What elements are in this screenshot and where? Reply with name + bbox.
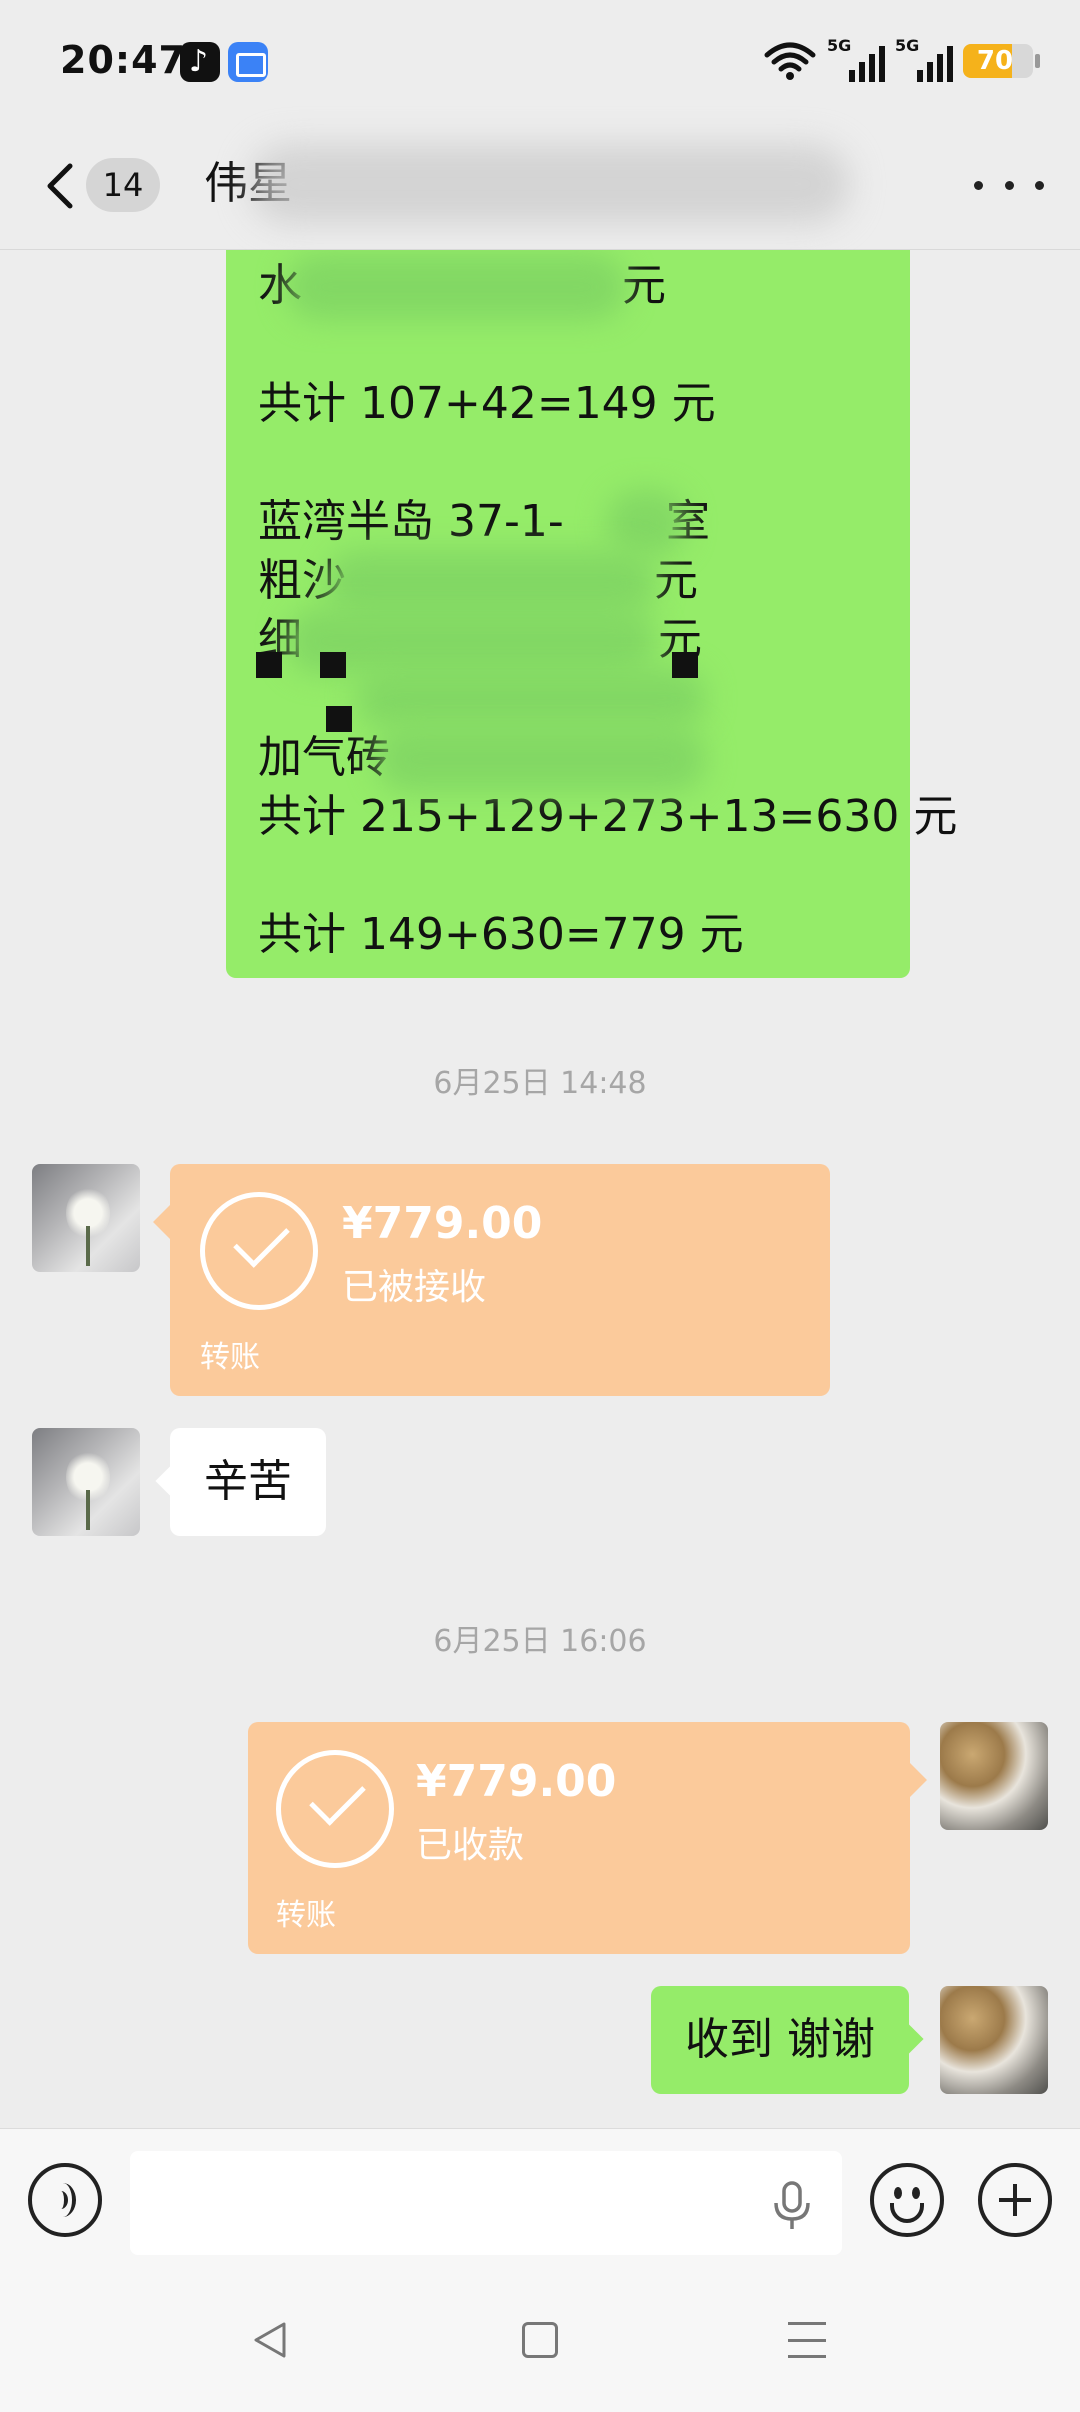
bubble-tail (153, 1205, 187, 1239)
microphone-icon[interactable] (770, 2181, 814, 2231)
transfer-status: 已被接收 (342, 1267, 487, 1308)
files-icon (228, 42, 268, 82)
my-avatar[interactable] (940, 1722, 1048, 1830)
message-text: 辛苦 (204, 1456, 292, 1507)
message-input[interactable] (130, 2151, 842, 2255)
nav-home-icon[interactable] (522, 2322, 558, 2358)
invoice-message-bubble[interactable]: 水 元 共计 107+42=149 元 蓝湾半岛 37-1- 室 粗沙 元 细 … (226, 250, 957, 978)
redaction-mark (672, 652, 698, 678)
incoming-text-bubble[interactable]: 辛苦 (155, 1428, 326, 1536)
timestamp: 6月25日 14:48 (433, 1066, 647, 1101)
signal-label-sim2: 5G (895, 36, 920, 55)
wifi-icon (764, 42, 816, 80)
tiktok-icon (180, 42, 220, 82)
transfer-amount: ¥779.00 (416, 1756, 617, 1807)
invoice-line: 元 (654, 555, 698, 606)
check-circle-icon (276, 1750, 394, 1868)
transfer-amount: ¥779.00 (342, 1198, 543, 1249)
message-text: 收到 谢谢 (685, 2014, 875, 2065)
redaction-blur (286, 254, 626, 320)
battery-level: 70 (976, 46, 1014, 76)
redaction-blur (356, 668, 706, 728)
redaction-mark (326, 706, 352, 732)
battery-icon: 70 (963, 44, 1033, 78)
bubble-tail (892, 2023, 924, 2055)
transfer-card-collected[interactable]: ¥779.00 已收款 转账 (248, 1722, 927, 1954)
outgoing-text-bubble[interactable]: 收到 谢谢 (651, 1986, 924, 2094)
system-nav-bar (0, 2272, 1080, 2412)
redaction-mark (256, 652, 282, 678)
emoji-icon[interactable] (870, 2163, 944, 2237)
my-avatar[interactable] (940, 1986, 1048, 2094)
back-arrow-icon[interactable] (36, 156, 86, 216)
signal-icon-sim1: 5G (827, 36, 885, 82)
input-bar (0, 2128, 1080, 2272)
nav-menu-icon[interactable] (788, 2322, 826, 2358)
battery-tip (1035, 54, 1040, 68)
more-options-icon[interactable] (974, 170, 1044, 200)
timestamp: 6月25日 16:06 (433, 1624, 647, 1659)
chat-screen: 20:47 5G 5G 70 (0, 0, 1080, 2412)
contact-avatar[interactable] (32, 1428, 140, 1536)
nav-back-icon[interactable] (248, 2318, 292, 2362)
check-circle-icon (200, 1192, 318, 1310)
contact-avatar[interactable] (32, 1164, 140, 1272)
invoice-line: 共计 215+129+273+13=630 元 (258, 791, 958, 842)
redaction-mark (320, 652, 346, 678)
invoice-line: 蓝湾半岛 37-1- (258, 496, 564, 547)
unread-count-badge[interactable]: 14 (86, 158, 160, 212)
voice-toggle-icon[interactable] (28, 2163, 102, 2237)
redaction-blur (376, 726, 706, 792)
bubble-tail (155, 1465, 187, 1497)
transfer-card-received[interactable]: ¥779.00 已被接收 转账 (153, 1164, 830, 1396)
signal-label-sim1: 5G (827, 36, 852, 55)
transfer-label: 转账 (276, 1898, 336, 1933)
redaction-blur (606, 490, 686, 556)
redaction-blur (326, 550, 656, 616)
message-list[interactable]: 水 元 共计 107+42=149 元 蓝湾半岛 37-1- 室 粗沙 元 细 … (0, 250, 1080, 2128)
plus-icon[interactable] (978, 2163, 1052, 2237)
status-time: 20:47 (60, 38, 186, 82)
status-bar: 20:47 5G 5G 70 (0, 0, 1080, 120)
signal-icon-sim2: 5G (895, 36, 953, 82)
transfer-label: 转账 (200, 1340, 260, 1375)
transfer-status: 已收款 (416, 1825, 525, 1866)
bubble-tail (893, 1763, 927, 1797)
status-indicators: 5G 5G 70 (763, 36, 1040, 84)
invoice-line: 加气砖 (258, 732, 390, 783)
title-redaction-blur (250, 144, 850, 224)
invoice-line: 共计 107+42=149 元 (258, 378, 716, 429)
invoice-line: 元 (622, 260, 666, 311)
invoice-line: 共计 149+630=779 元 (258, 909, 744, 960)
chat-header: 14 伟星 (0, 120, 1080, 250)
